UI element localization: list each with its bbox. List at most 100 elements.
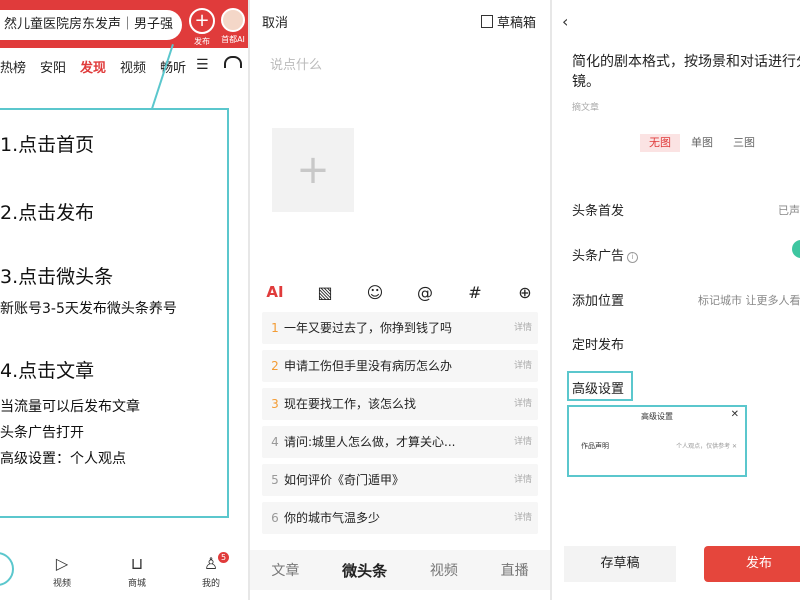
declaration-value[interactable]: 个人观点，仅供参考 ✕ xyxy=(676,441,737,450)
drafts-label: 草稿箱 xyxy=(496,16,536,31)
suggestion-text: 请问:城里人怎么做，才算关心... xyxy=(284,435,456,449)
tab-anyang[interactable]: 安阳 xyxy=(40,57,66,76)
plus-icon: + xyxy=(189,8,215,34)
detail-link[interactable]: 详情 xyxy=(514,312,532,344)
article-subtitle: 摘文章 xyxy=(572,103,600,113)
option-three-images[interactable]: 三图 xyxy=(724,134,764,152)
suggestion-number: 5 xyxy=(271,473,279,487)
detail-link[interactable]: 详情 xyxy=(514,388,532,420)
cover-image-options: 无图 单图 三图 xyxy=(640,134,766,152)
suggestion-text: 你的城市气温多少 xyxy=(284,511,381,525)
publish-label: 发布 xyxy=(194,37,210,46)
article-title: 简化的剧本格式，按场景和对话进行分镜。 xyxy=(572,54,800,90)
step-4-title: 4.点击文章 xyxy=(0,360,95,382)
avatar-label: 首都AI xyxy=(221,35,245,44)
editor-toolbar: AI ▧ ☺ @ # ⊕ xyxy=(250,280,550,304)
tab-micro-post[interactable]: 微头条 xyxy=(342,560,387,581)
image-icon[interactable]: ▧ xyxy=(313,283,337,302)
detail-link[interactable]: 详情 xyxy=(514,502,532,534)
back-arrow-icon[interactable]: ‹ xyxy=(562,12,568,31)
step-4-note-3: 高级设置：个人观点 xyxy=(0,451,126,467)
avatar xyxy=(221,8,245,32)
homepage-panel: 然儿童医院房东发声｜男子强 + 发布 首都AI 热榜 安阳 发现 视频 畅听 ☰… xyxy=(0,0,248,600)
hashtag-icon[interactable]: # xyxy=(463,283,487,302)
nav-video[interactable]: ▷ 视频 xyxy=(42,554,82,589)
scheduled-publish-label[interactable]: 定时发布 xyxy=(572,334,624,353)
suggestion-number: 3 xyxy=(271,397,279,411)
advanced-settings-highlight xyxy=(567,371,633,401)
save-draft-button[interactable]: 存草稿 xyxy=(564,546,676,582)
option-no-image[interactable]: 无图 xyxy=(640,134,680,152)
detail-link[interactable]: 详情 xyxy=(514,426,532,458)
topic-suggestion[interactable]: 5 如何评价《奇门遁甲》 详情 xyxy=(262,464,538,496)
first-publish-value[interactable]: 已声 xyxy=(778,202,800,218)
publish-button[interactable]: + 发布 xyxy=(188,8,216,47)
topic-suggestion[interactable]: 3 现在要找工作，该怎么找 详情 xyxy=(262,388,538,420)
add-image-button[interactable]: + xyxy=(272,128,354,212)
drafts-button[interactable]: 草稿箱 xyxy=(480,12,536,31)
popup-title: 高级设置 xyxy=(641,412,673,421)
location-label: 添加位置 xyxy=(572,294,625,309)
topic-suggestion[interactable]: 2 申请工伤但手里没有病历怎么办 详情 xyxy=(262,350,538,382)
cart-icon: ⊔ xyxy=(130,554,144,573)
advanced-settings-popup: 高级设置 ✕ 作品声明 个人观点，仅供参考 ✕ xyxy=(567,405,747,477)
ai-avatar-button[interactable]: 首都AI xyxy=(220,8,246,45)
tab-hot-list[interactable]: 热榜 xyxy=(0,57,26,76)
instruction-box: 1.点击首页 2.点击发布 3.点击微头条 新账号3-5天发布微头条养号 4.点… xyxy=(0,108,229,518)
info-icon[interactable]: i xyxy=(627,252,639,263)
post-type-tabs: 文章 微头条 视频 直播 xyxy=(250,550,550,590)
option-single-image[interactable]: 单图 xyxy=(682,134,722,152)
nav-mine-label: 我的 xyxy=(201,579,220,589)
tab-discover[interactable]: 发现 xyxy=(80,57,106,76)
detail-link[interactable]: 详情 xyxy=(514,350,532,382)
tab-live[interactable]: 直播 xyxy=(501,560,529,580)
suggestion-number: 4 xyxy=(271,435,279,449)
suggestion-text: 如何评价《奇门遁甲》 xyxy=(284,473,405,487)
tab-article[interactable]: 文章 xyxy=(271,560,299,580)
step-2-title: 2.点击发布 xyxy=(0,202,95,224)
channel-tabs: 热榜 安阳 发现 视频 畅听 xyxy=(0,52,248,80)
tab-video[interactable]: 视频 xyxy=(430,560,458,580)
mention-icon[interactable]: @ xyxy=(413,283,437,302)
declaration-label: 作品声明 xyxy=(581,442,609,450)
bottom-nav: ▷ 视频 ⊔ 商城 ♙ 我的 xyxy=(0,548,248,600)
publish-button[interactable]: 发布 xyxy=(704,546,800,582)
step-1-title: 1.点击首页 xyxy=(0,134,95,156)
ad-toggle[interactable] xyxy=(792,240,800,258)
topic-suggestion[interactable]: 1 一年又要过去了，你挣到钱了吗 详情 xyxy=(262,312,538,344)
nav-mall[interactable]: ⊔ 商城 xyxy=(117,554,157,589)
first-publish-label: 头条首发 xyxy=(572,204,625,219)
ad-label: 头条广告 xyxy=(572,249,625,264)
step-3-note: 新账号3-5天发布微头条养号 xyxy=(0,301,177,317)
topic-suggestion[interactable]: 4 请问:城里人怎么做，才算关心... 详情 xyxy=(262,426,538,458)
micro-post-editor-panel: 取消 草稿箱 说点什么 + AI ▧ ☺ @ # ⊕ 1 一年又要过去了，你挣到钱… xyxy=(250,0,550,600)
top-bar: 然儿童医院房东发声｜男子强 + 发布 首都AI xyxy=(0,0,248,48)
suggestion-text: 申请工伤但手里没有病历怎么办 xyxy=(284,359,453,373)
ad-row: 头条广告 i xyxy=(572,245,639,264)
suggestion-number: 1 xyxy=(271,321,279,335)
topic-suggestion[interactable]: 6 你的城市气温多少 详情 xyxy=(262,502,538,534)
nav-video-label: 视频 xyxy=(52,579,71,589)
nav-mall-label: 商城 xyxy=(127,579,146,589)
plus-circle-icon[interactable]: ⊕ xyxy=(513,283,537,302)
suggestion-number: 2 xyxy=(271,359,279,373)
step-4-note-2: 头条广告打开 xyxy=(0,425,84,441)
step-3-title: 3.点击微头条 xyxy=(0,266,114,288)
tab-video[interactable]: 视频 xyxy=(120,57,146,76)
ai-icon[interactable]: AI xyxy=(263,283,287,301)
post-text-input[interactable]: 说点什么 xyxy=(270,54,322,73)
location-value[interactable]: 标记城市 让更多人看 xyxy=(698,292,800,308)
suggestion-number: 6 xyxy=(271,511,279,525)
suggestion-text: 一年又要过去了，你挣到钱了吗 xyxy=(284,321,453,335)
search-input[interactable]: 然儿童医院房东发声｜男子强 xyxy=(0,10,182,40)
close-icon[interactable]: ✕ xyxy=(731,409,739,420)
step-4-note-1: 当流量可以后发布文章 xyxy=(0,399,140,415)
detail-link[interactable]: 详情 xyxy=(514,464,532,496)
emoji-icon[interactable]: ☺ xyxy=(363,283,387,302)
suggestion-text: 现在要找工作，该怎么找 xyxy=(284,397,417,411)
menu-icon[interactable]: ☰ xyxy=(196,57,209,73)
headphone-icon[interactable] xyxy=(224,56,242,68)
article-settings-panel: ‹ 简化的剧本格式，按场景和对话进行分镜。 摘文章 无图 单图 三图 头条首发 … xyxy=(552,0,800,600)
cancel-button[interactable]: 取消 xyxy=(262,12,288,31)
draft-box-icon xyxy=(480,15,493,28)
